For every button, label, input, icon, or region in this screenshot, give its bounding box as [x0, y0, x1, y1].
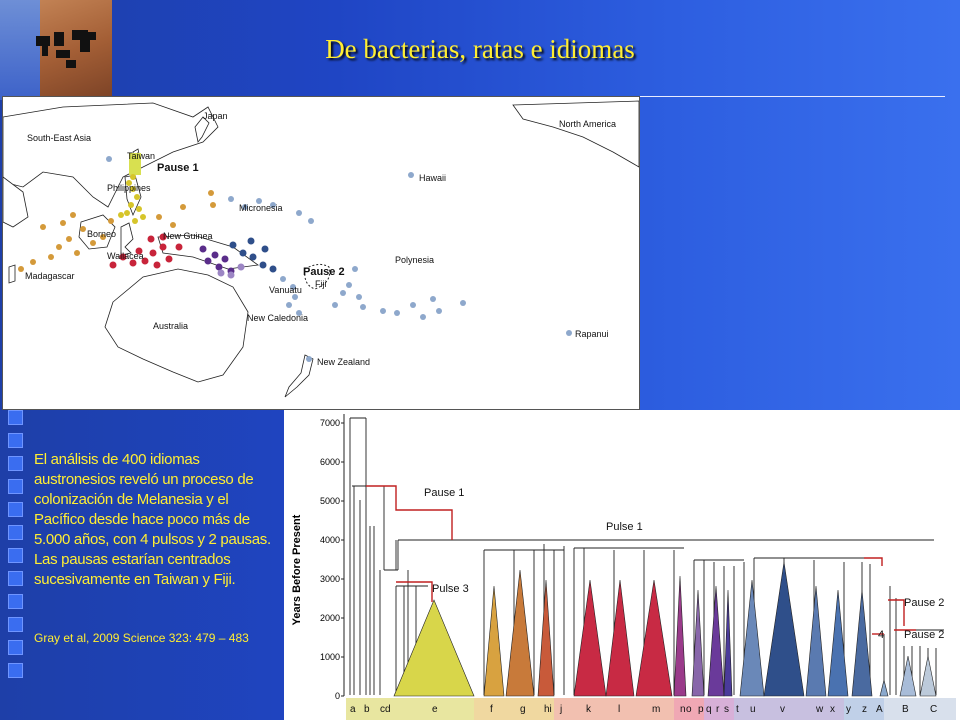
tree-group-letter: q	[706, 704, 712, 715]
tree-clades	[393, 561, 937, 697]
tree-group-letter: z	[862, 704, 867, 715]
tree-y-tick: 1000	[320, 652, 340, 662]
map-label-new-zealand: New Zealand	[317, 357, 370, 367]
tree-y-tick: 3000	[320, 574, 340, 584]
map-label-hawaii: Hawaii	[419, 173, 446, 183]
tree-svg: Years Before Present 0 1000 2000 3000 4000 50…	[291, 414, 956, 720]
tree-group-letter: p	[698, 704, 704, 715]
tree-y-tick: 2000	[320, 613, 340, 623]
caption-text: El análisis de 400 idiomas austronesios …	[34, 451, 271, 588]
map-svg: Japan South-East Asia Taiwan Pause 1 Phi…	[3, 100, 639, 398]
migration-map: Japan South-East Asia Taiwan Pause 1 Phi…	[2, 96, 640, 410]
tree-group-letter: l	[618, 704, 620, 715]
map-label-madagascar: Madagascar	[25, 271, 75, 281]
map-label-pause1: Pause 1	[157, 162, 199, 174]
map-label-fiji: Fiji	[315, 279, 327, 289]
map-label-wallacea: Wallacea	[107, 251, 144, 261]
map-label-rapanui: Rapanui	[575, 329, 609, 339]
tree-group-letter: o	[686, 704, 692, 715]
tree-group-letter: n	[680, 704, 686, 715]
tree-group-letter: w	[815, 704, 824, 715]
madagascar-island	[8, 264, 16, 284]
tree-color-band	[884, 698, 956, 720]
tree-y-tick: 6000	[320, 457, 340, 467]
citation-text: Gray et al, 2009 Science 323: 479 – 483	[34, 631, 249, 645]
tree-group-letter: s	[724, 704, 729, 715]
tree-group-letter: e	[432, 704, 438, 715]
tree-group-letter: g	[520, 704, 526, 715]
map-label-taiwan: Taiwan	[127, 151, 155, 161]
map-label-philippines: Philippines	[107, 183, 151, 193]
tree-label-pause2-lower: Pause 2	[904, 629, 944, 641]
tree-highlight-branches	[366, 485, 916, 635]
tree-y-tick: 0	[335, 691, 340, 701]
tree-group-letter: y	[846, 704, 851, 715]
tree-group-letter: C	[930, 704, 937, 715]
tree-label-pulse3: Pulse 3	[432, 583, 469, 595]
tree-group-letter: hi	[544, 704, 552, 715]
tree-group-letter: f	[490, 704, 493, 715]
map-label-polynesia: Polynesia	[395, 255, 434, 265]
tree-group-letter: m	[652, 704, 660, 715]
map-label-new-caledonia: New Caledonia	[247, 313, 308, 323]
tree-y-axis-label: Years Before Present	[291, 514, 303, 625]
map-label-australia: Australia	[153, 321, 188, 331]
map-label-borneo: Borneo	[87, 229, 116, 239]
tree-group-letter: j	[559, 704, 562, 715]
tree-group-letter: A	[876, 704, 883, 715]
tree-group-letter: t	[736, 704, 739, 715]
tree-y-tick: 5000	[320, 496, 340, 506]
map-label-micronesia: Micronesia	[239, 203, 283, 213]
map-label-japan: Japan	[203, 111, 228, 121]
map-label-north-america: North America	[559, 119, 616, 129]
tree-group-letter: x	[830, 704, 835, 715]
tree-y-tick: 7000	[320, 418, 340, 428]
decorative-squares	[8, 410, 26, 686]
tree-group-letter: b	[364, 704, 370, 715]
slide-title: De bacterias, ratas e idiomas	[325, 34, 635, 64]
map-label-vanuatu: Vanuatu	[269, 285, 302, 295]
tree-label-pulse1: Pulse 1	[606, 521, 643, 533]
map-label-new-guinea: New Guinea	[163, 231, 213, 241]
tree-label-four: 4	[878, 629, 884, 641]
language-tree: Years Before Present 0 1000 2000 3000 4000 50…	[284, 410, 960, 720]
tree-color-band	[474, 698, 554, 720]
tree-group-letter: v	[780, 704, 785, 715]
tree-y-tick: 4000	[320, 535, 340, 545]
tree-label-pause2-upper: Pause 2	[904, 597, 944, 609]
map-label-pause2: Pause 2	[303, 266, 345, 278]
north-america-coast	[512, 100, 639, 168]
tree-label-pause1: Pause 1	[424, 487, 464, 499]
tree-group-letter: u	[750, 704, 756, 715]
tree-group-letter: B	[902, 704, 909, 715]
map-label-south-east-asia: South-East Asia	[27, 133, 91, 143]
tree-group-letter: a	[350, 704, 356, 715]
logo-icon	[36, 30, 96, 68]
tree-group-letter: cd	[380, 704, 391, 715]
